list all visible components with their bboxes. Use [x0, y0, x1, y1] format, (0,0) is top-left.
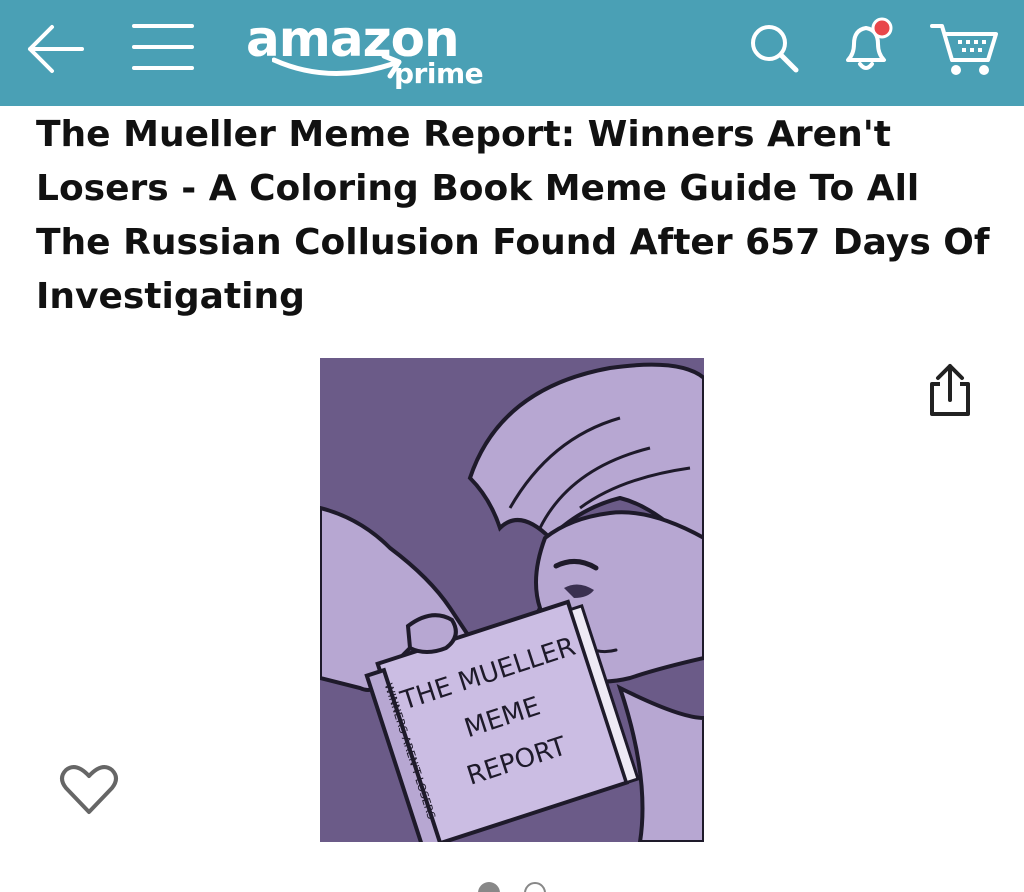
menu-button[interactable]	[130, 20, 196, 76]
bell-icon	[846, 17, 893, 70]
logo-prime-text: prime	[394, 57, 484, 90]
top-navigation-bar: amazon prime	[0, 0, 1024, 106]
notifications-button[interactable]	[836, 14, 900, 78]
cart-button[interactable]	[930, 20, 1002, 78]
carousel-dot-active[interactable]	[478, 882, 500, 892]
book-cover-illustration: THE MUELLER MEME REPORT WINNERS AREN'T L…	[320, 358, 704, 842]
smile-arrow-icon	[272, 53, 402, 79]
image-carousel-indicator	[474, 878, 554, 892]
heart-icon	[60, 765, 118, 814]
product-image[interactable]: THE MUELLER MEME REPORT WINNERS AREN'T L…	[320, 358, 704, 842]
menu-icon	[132, 24, 194, 70]
share-icon	[930, 364, 970, 416]
product-title: The Mueller Meme Report: Winners Aren't …	[36, 114, 990, 317]
amazon-prime-logo[interactable]: amazon prime	[246, 4, 496, 96]
carousel-dot[interactable]	[524, 882, 546, 892]
back-button[interactable]	[22, 22, 88, 76]
search-icon	[751, 25, 799, 73]
cart-icon	[930, 24, 998, 75]
notification-dot	[871, 17, 893, 39]
share-button[interactable]	[924, 362, 976, 420]
search-button[interactable]	[748, 22, 802, 76]
wishlist-button[interactable]	[58, 760, 120, 818]
back-arrow-icon	[28, 25, 84, 73]
